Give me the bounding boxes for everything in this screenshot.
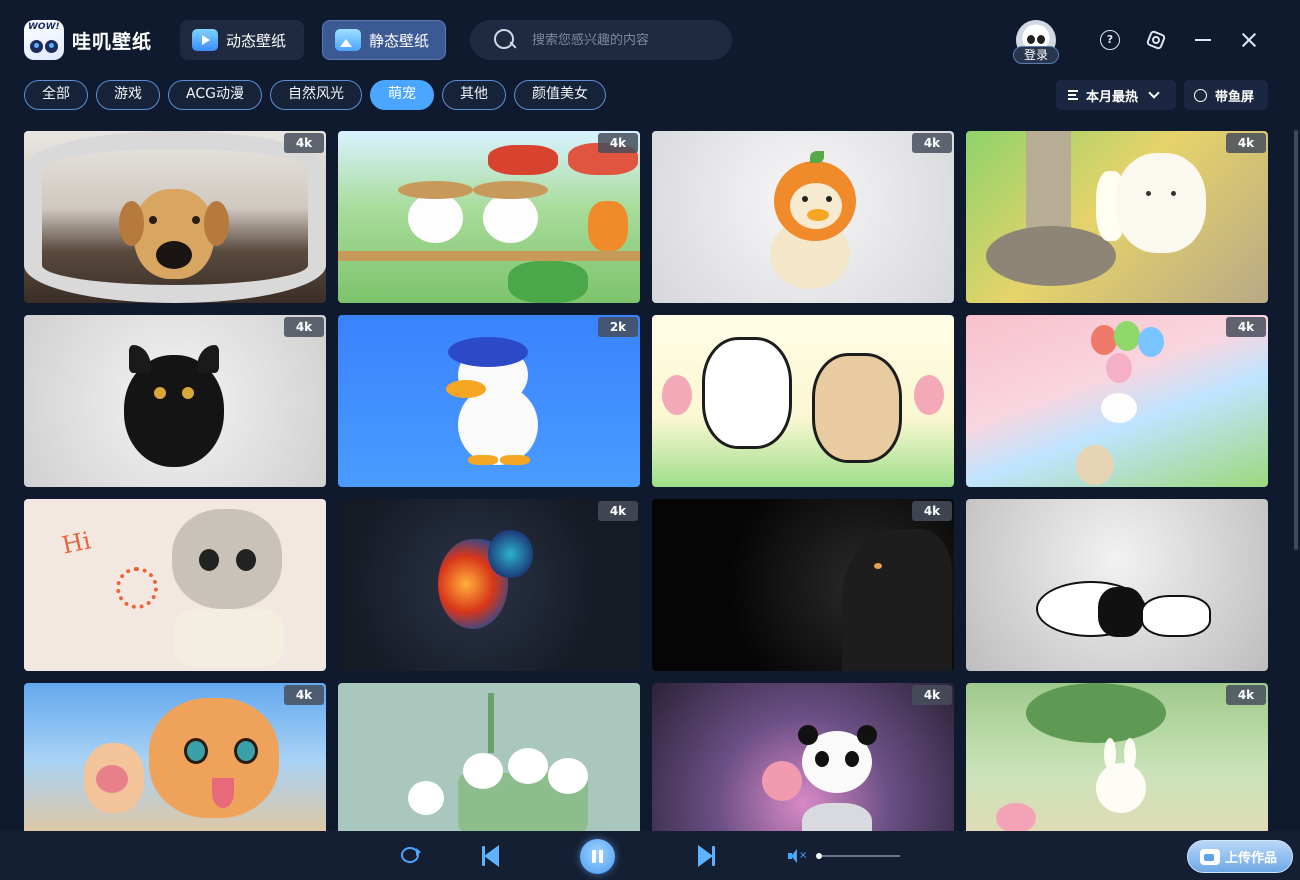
wallpaper-thumbnail[interactable]: 4k	[338, 131, 640, 303]
ultrawide-toggle[interactable]: 带鱼屏	[1184, 80, 1268, 110]
dynamic-wallpaper-label: 动态壁纸	[226, 31, 287, 50]
resolution-badge: 4k	[1226, 133, 1266, 153]
wallpaper-grid: 4k 4k 4k 4k 4k 2k 4k Hi 4k 4k 4k 4k 4k	[24, 131, 1268, 831]
resolution-badge: 4k	[1226, 317, 1266, 337]
wallpaper-thumbnail[interactable]: 4k	[24, 683, 326, 831]
wallpaper-thumbnail[interactable]: 4k	[966, 315, 1268, 487]
login-button[interactable]: 登录	[1013, 46, 1059, 64]
upload-label: 上传作品	[1225, 851, 1278, 866]
resolution-badge: 4k	[1226, 685, 1266, 705]
wallpaper-thumbnail[interactable]: 2k	[338, 315, 640, 487]
chevron-down-icon	[1148, 87, 1160, 99]
dynamic-wallpaper-tab[interactable]: 动态壁纸	[180, 20, 304, 60]
static-wallpaper-label: 静态壁纸	[369, 31, 430, 50]
volume-slider[interactable]	[817, 855, 900, 857]
upload-icon	[1200, 848, 1220, 865]
player-bar: ×	[0, 831, 1300, 880]
gear-icon[interactable]	[1146, 30, 1166, 50]
radio-icon	[1194, 88, 1207, 102]
video-icon	[192, 29, 218, 51]
resolution-badge: 4k	[912, 133, 952, 153]
sort-dropdown[interactable]: 本月最热	[1056, 80, 1176, 110]
wallpaper-thumbnail[interactable]: 4k	[24, 315, 326, 487]
category-beauty[interactable]: 颜值美女	[513, 80, 606, 110]
logo-badge-text: WOW!	[28, 22, 60, 32]
resolution-badge: 4k	[912, 685, 952, 705]
resolution-badge: 4k	[598, 501, 638, 521]
category-nature[interactable]: 自然风光	[269, 80, 362, 110]
logo-badge-icon: WOW!	[24, 20, 64, 60]
sort-label: 本月最热	[1086, 89, 1139, 105]
category-all[interactable]: 全部	[24, 80, 88, 110]
resolution-badge: 4k	[284, 685, 324, 705]
previous-icon[interactable]	[482, 845, 500, 867]
mute-icon[interactable]: ×	[788, 849, 807, 863]
wallpaper-thumbnail[interactable]: 4k	[24, 131, 326, 303]
ultrawide-label: 带鱼屏	[1215, 89, 1255, 105]
sort-icon	[1068, 89, 1082, 101]
close-icon[interactable]	[1240, 30, 1260, 50]
wallpaper-thumbnail[interactable]	[338, 683, 640, 831]
volume-knob[interactable]	[816, 853, 822, 859]
wallpaper-thumbnail[interactable]: Hi	[24, 499, 326, 671]
search-icon[interactable]	[492, 27, 518, 53]
app-logo[interactable]: WOW! 哇叽壁纸	[24, 20, 152, 60]
wallpaper-thumbnail[interactable]: 4k	[652, 499, 954, 671]
category-games[interactable]: 游戏	[96, 80, 160, 110]
loop-icon[interactable]	[401, 847, 421, 863]
app-name: 哇叽壁纸	[72, 30, 153, 53]
wallpaper-thumbnail[interactable]: 4k	[652, 131, 954, 303]
minimize-icon[interactable]	[1194, 30, 1214, 50]
wallpaper-thumbnail[interactable]	[966, 499, 1268, 671]
resolution-badge: 4k	[598, 133, 638, 153]
category-bar: 全部 游戏 ACG动漫 自然风光 萌宠 其他 颜值美女	[24, 80, 614, 110]
resolution-badge: 4k	[912, 501, 952, 521]
wallpaper-thumbnail[interactable]	[652, 315, 954, 487]
help-icon[interactable]: ?	[1100, 30, 1120, 50]
resolution-badge: 4k	[284, 133, 324, 153]
scrollbar[interactable]	[1294, 130, 1298, 550]
pause-button[interactable]	[580, 839, 615, 874]
hi-text: Hi	[59, 526, 94, 560]
top-bar: WOW! 哇叽壁纸 动态壁纸 静态壁纸 登录 ?	[0, 0, 1300, 80]
wallpaper-thumbnail[interactable]: 4k	[966, 683, 1268, 831]
static-wallpaper-tab[interactable]: 静态壁纸	[322, 20, 446, 60]
resolution-badge: 4k	[284, 317, 324, 337]
search-box	[470, 20, 732, 60]
category-acg[interactable]: ACG动漫	[168, 80, 262, 110]
upload-button[interactable]: 上传作品	[1187, 840, 1293, 873]
next-icon[interactable]	[697, 845, 715, 867]
wallpaper-thumbnail[interactable]: 4k	[338, 499, 640, 671]
wallpaper-thumbnail[interactable]: 4k	[966, 131, 1268, 303]
wallpaper-thumbnail[interactable]: 4k	[652, 683, 954, 831]
image-icon	[335, 29, 361, 51]
category-pets[interactable]: 萌宠	[369, 80, 434, 110]
category-other[interactable]: 其他	[441, 80, 506, 110]
search-input[interactable]	[532, 32, 712, 48]
resolution-badge: 2k	[598, 317, 638, 337]
